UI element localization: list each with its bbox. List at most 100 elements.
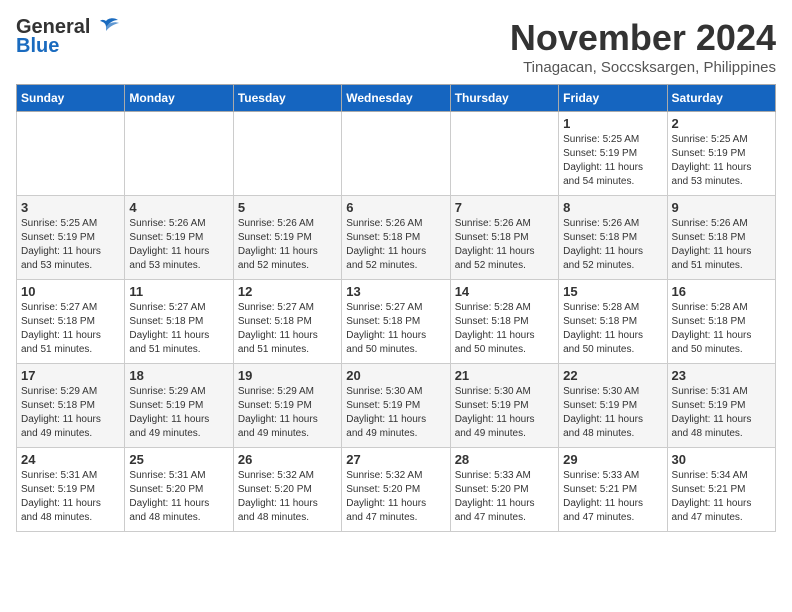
day-info: Sunrise: 5:27 AM Sunset: 5:18 PM Dayligh…	[346, 301, 445, 357]
calendar-week-row: 24Sunrise: 5:31 AM Sunset: 5:19 PM Dayli…	[17, 448, 776, 532]
day-info: Sunrise: 5:31 AM Sunset: 5:20 PM Dayligh…	[129, 469, 228, 525]
day-header-tuesday: Tuesday	[233, 85, 341, 112]
day-number: 4	[129, 200, 228, 215]
day-info: Sunrise: 5:27 AM Sunset: 5:18 PM Dayligh…	[21, 301, 120, 357]
day-info: Sunrise: 5:25 AM Sunset: 5:19 PM Dayligh…	[563, 133, 662, 189]
day-info: Sunrise: 5:33 AM Sunset: 5:20 PM Dayligh…	[455, 469, 554, 525]
day-info: Sunrise: 5:25 AM Sunset: 5:19 PM Dayligh…	[672, 133, 771, 189]
day-number: 9	[672, 200, 771, 215]
calendar-cell	[233, 112, 341, 196]
day-info: Sunrise: 5:34 AM Sunset: 5:21 PM Dayligh…	[672, 469, 771, 525]
calendar-cell: 4 Sunrise: 5:26 AM Sunset: 5:19 PM Daylig…	[125, 196, 233, 280]
calendar-cell	[125, 112, 233, 196]
day-header-friday: Friday	[559, 85, 667, 112]
calendar-cell: 29 Sunrise: 5:33 AM Sunset: 5:21 PM Dayli…	[559, 448, 667, 532]
calendar-cell: 1 Sunrise: 5:25 AM Sunset: 5:19 PM Daylig…	[559, 112, 667, 196]
day-info: Sunrise: 5:26 AM Sunset: 5:18 PM Dayligh…	[563, 217, 662, 273]
title-block: November 2024 Tinagacan, Soccsksargen, P…	[510, 16, 776, 76]
day-info: Sunrise: 5:28 AM Sunset: 5:18 PM Dayligh…	[563, 301, 662, 357]
calendar-cell: 15 Sunrise: 5:28 AM Sunset: 5:18 PM Dayli…	[559, 280, 667, 364]
day-info: Sunrise: 5:29 AM Sunset: 5:18 PM Dayligh…	[21, 385, 120, 441]
day-number: 19	[238, 368, 337, 383]
calendar-cell	[450, 112, 558, 196]
day-info: Sunrise: 5:25 AM Sunset: 5:19 PM Dayligh…	[21, 217, 120, 273]
day-number: 27	[346, 452, 445, 467]
calendar-cell: 5 Sunrise: 5:26 AM Sunset: 5:19 PM Daylig…	[233, 196, 341, 280]
day-number: 17	[21, 368, 120, 383]
calendar-cell: 24Sunrise: 5:31 AM Sunset: 5:19 PM Dayli…	[17, 448, 125, 532]
day-info: Sunrise: 5:26 AM Sunset: 5:19 PM Dayligh…	[238, 217, 337, 273]
day-info: Sunrise: 5:26 AM Sunset: 5:19 PM Dayligh…	[129, 217, 228, 273]
day-info: Sunrise: 5:32 AM Sunset: 5:20 PM Dayligh…	[238, 469, 337, 525]
day-number: 23	[672, 368, 771, 383]
calendar-cell	[342, 112, 450, 196]
day-info: Sunrise: 5:26 AM Sunset: 5:18 PM Dayligh…	[346, 217, 445, 273]
day-number: 7	[455, 200, 554, 215]
calendar-cell: 26 Sunrise: 5:32 AM Sunset: 5:20 PM Dayli…	[233, 448, 341, 532]
calendar-cell: 13 Sunrise: 5:27 AM Sunset: 5:18 PM Dayli…	[342, 280, 450, 364]
day-number: 6	[346, 200, 445, 215]
location: Tinagacan, Soccsksargen, Philippines	[510, 59, 776, 76]
day-number: 24	[21, 452, 120, 467]
logo-bird-icon	[92, 17, 120, 39]
day-info: Sunrise: 5:31 AM Sunset: 5:19 PM Dayligh…	[672, 385, 771, 441]
day-info: Sunrise: 5:33 AM Sunset: 5:21 PM Dayligh…	[563, 469, 662, 525]
day-header-thursday: Thursday	[450, 85, 558, 112]
calendar-table: SundayMondayTuesdayWednesdayThursdayFrid…	[16, 84, 776, 532]
day-number: 16	[672, 284, 771, 299]
day-number: 15	[563, 284, 662, 299]
calendar-week-row: 1 Sunrise: 5:25 AM Sunset: 5:19 PM Daylig…	[17, 112, 776, 196]
day-info: Sunrise: 5:28 AM Sunset: 5:18 PM Dayligh…	[455, 301, 554, 357]
calendar-cell: 12 Sunrise: 5:27 AM Sunset: 5:18 PM Dayli…	[233, 280, 341, 364]
day-number: 1	[563, 116, 662, 131]
calendar-cell: 8 Sunrise: 5:26 AM Sunset: 5:18 PM Daylig…	[559, 196, 667, 280]
calendar-cell: 20Sunrise: 5:30 AM Sunset: 5:19 PM Dayli…	[342, 364, 450, 448]
calendar-cell: 9 Sunrise: 5:26 AM Sunset: 5:18 PM Daylig…	[667, 196, 775, 280]
day-number: 2	[672, 116, 771, 131]
day-info: Sunrise: 5:30 AM Sunset: 5:19 PM Dayligh…	[563, 385, 662, 441]
page-header: General Blue November 2024 Tinagacan, So…	[16, 16, 776, 76]
day-number: 21	[455, 368, 554, 383]
day-number: 13	[346, 284, 445, 299]
day-info: Sunrise: 5:26 AM Sunset: 5:18 PM Dayligh…	[672, 217, 771, 273]
calendar-cell: 25 Sunrise: 5:31 AM Sunset: 5:20 PM Dayli…	[125, 448, 233, 532]
day-number: 28	[455, 452, 554, 467]
calendar-cell: 21 Sunrise: 5:30 AM Sunset: 5:19 PM Dayli…	[450, 364, 558, 448]
day-info: Sunrise: 5:26 AM Sunset: 5:18 PM Dayligh…	[455, 217, 554, 273]
calendar-week-row: 17 Sunrise: 5:29 AM Sunset: 5:18 PM Dayli…	[17, 364, 776, 448]
day-header-monday: Monday	[125, 85, 233, 112]
day-info: Sunrise: 5:27 AM Sunset: 5:18 PM Dayligh…	[238, 301, 337, 357]
day-info: Sunrise: 5:30 AM Sunset: 5:19 PM Dayligh…	[455, 385, 554, 441]
day-number: 8	[563, 200, 662, 215]
calendar-cell: 2 Sunrise: 5:25 AM Sunset: 5:19 PM Daylig…	[667, 112, 775, 196]
day-info: Sunrise: 5:29 AM Sunset: 5:19 PM Dayligh…	[238, 385, 337, 441]
calendar-cell: 22 Sunrise: 5:30 AM Sunset: 5:19 PM Dayli…	[559, 364, 667, 448]
calendar-cell	[17, 112, 125, 196]
calendar-cell: 16 Sunrise: 5:28 AM Sunset: 5:18 PM Dayli…	[667, 280, 775, 364]
calendar-cell: 28 Sunrise: 5:33 AM Sunset: 5:20 PM Dayli…	[450, 448, 558, 532]
day-header-sunday: Sunday	[17, 85, 125, 112]
calendar-cell: 18Sunrise: 5:29 AM Sunset: 5:19 PM Dayli…	[125, 364, 233, 448]
day-number: 3	[21, 200, 120, 215]
calendar-week-row: 3 Sunrise: 5:25 AM Sunset: 5:19 PM Daylig…	[17, 196, 776, 280]
day-info: Sunrise: 5:30 AM Sunset: 5:19 PM Dayligh…	[346, 385, 445, 441]
day-number: 26	[238, 452, 337, 467]
day-number: 30	[672, 452, 771, 467]
day-number: 18	[129, 368, 228, 383]
day-number: 10	[21, 284, 120, 299]
day-header-wednesday: Wednesday	[342, 85, 450, 112]
day-number: 14	[455, 284, 554, 299]
day-number: 25	[129, 452, 228, 467]
day-number: 22	[563, 368, 662, 383]
day-number: 29	[563, 452, 662, 467]
calendar-cell: 17 Sunrise: 5:29 AM Sunset: 5:18 PM Dayli…	[17, 364, 125, 448]
day-number: 12	[238, 284, 337, 299]
calendar-cell: 6 Sunrise: 5:26 AM Sunset: 5:18 PM Daylig…	[342, 196, 450, 280]
day-info: Sunrise: 5:28 AM Sunset: 5:18 PM Dayligh…	[672, 301, 771, 357]
month-title: November 2024	[510, 16, 776, 59]
calendar-cell: 14 Sunrise: 5:28 AM Sunset: 5:18 PM Dayli…	[450, 280, 558, 364]
day-header-saturday: Saturday	[667, 85, 775, 112]
day-number: 5	[238, 200, 337, 215]
calendar-body: 1 Sunrise: 5:25 AM Sunset: 5:19 PM Daylig…	[17, 112, 776, 532]
calendar-cell: 30 Sunrise: 5:34 AM Sunset: 5:21 PM Dayli…	[667, 448, 775, 532]
